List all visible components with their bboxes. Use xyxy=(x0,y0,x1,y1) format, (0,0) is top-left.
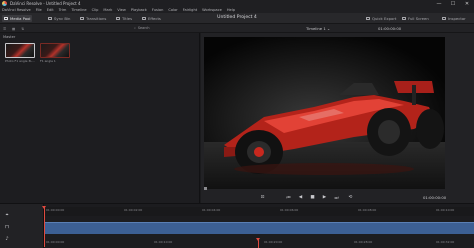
minimize-button[interactable]: — xyxy=(432,0,446,7)
timeline-selector[interactable]: Timeline 1 ⌄ xyxy=(306,26,330,31)
master-bin-label[interactable]: Master xyxy=(3,35,15,39)
clip-name: F1 angle 1 xyxy=(40,59,56,63)
ruler-timecode: 01:00:10:00 xyxy=(436,208,455,212)
clip-thumbnail xyxy=(40,43,70,58)
sort-icon[interactable]: ⇅ xyxy=(21,27,24,31)
ruler-timecode: 01:00:32:00 xyxy=(436,240,455,244)
viewer-panel: ⊡ ⏮ ◀ ■ ▶ ⏭ ⟲ 01:00:00:00 xyxy=(201,33,474,203)
menu-item-help[interactable]: Help xyxy=(227,8,235,12)
go-to-last-frame-button[interactable]: ⏭ xyxy=(333,194,340,201)
menu-item-mark[interactable]: Mark xyxy=(103,8,112,12)
loop-button[interactable]: ⟲ xyxy=(347,194,354,201)
race-car-image xyxy=(204,37,445,189)
mark-icon[interactable]: ⊡ xyxy=(259,194,266,201)
search-label: Search xyxy=(137,26,150,30)
overview-playhead-handle[interactable] xyxy=(256,238,260,241)
menu-item-davinci-resolve[interactable]: DaVinci Resolve xyxy=(2,8,31,12)
list-view-icon[interactable]: ☰ xyxy=(3,27,6,31)
inspector-button[interactable]: Inspector xyxy=(440,15,468,22)
top-toolbar: Media Pool Sync Bin Transitions Titles E… xyxy=(0,13,474,24)
clip-name: Photo F1 angle 3L... xyxy=(5,59,35,63)
app-icon xyxy=(2,1,7,6)
play-reverse-button[interactable]: ◀ xyxy=(297,194,304,201)
ruler-timecode: 01:00:20:00 xyxy=(264,240,283,244)
quick-export-button[interactable]: Quick Export xyxy=(364,15,398,22)
ruler-timecode: 01:00:10:00 xyxy=(154,240,173,244)
timeline-tools: ⌖ ⊓ ♪ xyxy=(0,204,44,248)
clip-thumbnail xyxy=(5,43,35,58)
menu-item-timeline[interactable]: Timeline xyxy=(71,8,86,12)
audio-track-icon[interactable]: ♪ xyxy=(4,236,10,242)
window-title: DaVinci Resolve - Untitled Project 4 xyxy=(10,1,81,6)
menu-item-fairlight[interactable]: Fairlight xyxy=(183,8,197,12)
menu-item-clip[interactable]: Clip xyxy=(92,8,99,12)
inspector-icon xyxy=(442,17,446,20)
close-button[interactable]: ✕ xyxy=(460,0,474,7)
viewer-zoom-icon[interactable] xyxy=(204,187,207,190)
export-icon xyxy=(366,17,370,20)
timeline-panel: ⌖ ⊓ ♪ 01:00:00:00 01:00:02:00 01:00:04:0… xyxy=(0,203,474,248)
source-timecode: 01:00:00:00 xyxy=(378,26,402,31)
ruler-timecode: 01:00:04:00 xyxy=(202,208,221,212)
title-bar: DaVinci Resolve - Untitled Project 4 — ☐… xyxy=(0,0,474,7)
transport-controls: ⊡ ⏮ ◀ ■ ▶ ⏭ ⟲ 01:00:00:00 xyxy=(201,193,474,203)
menu-item-fusion[interactable]: Fusion xyxy=(152,8,164,12)
timeline-ruler[interactable]: 01:00:00:00 01:00:02:00 01:00:04:00 01:0… xyxy=(44,207,474,216)
menu-item-workspace[interactable]: Workspace xyxy=(202,8,222,12)
ruler-timecode: 01:00:00:00 xyxy=(46,240,65,244)
menu-item-view[interactable]: View xyxy=(117,8,126,12)
ruler-timecode: 01:00:00:00 xyxy=(46,208,65,212)
menu-item-trim[interactable]: Trim xyxy=(59,8,67,12)
playhead-handle[interactable] xyxy=(42,206,46,209)
video-track-clip[interactable] xyxy=(44,222,474,234)
go-to-first-frame-button[interactable]: ⏮ xyxy=(285,194,292,201)
ruler-timecode: 01:00:08:00 xyxy=(358,208,377,212)
ruler-timecode: 01:00:28:00 xyxy=(354,240,373,244)
thumbnail-view-icon[interactable]: ▦ xyxy=(12,27,15,31)
viewer-frame[interactable] xyxy=(204,37,445,189)
ruler-timecode: 01:00:06:00 xyxy=(280,208,299,212)
media-pool-view-controls: ☰ ▦ ⇅ xyxy=(0,24,200,33)
media-pool-panel: Master Photo F1 angle 3L... F1 angle 1 xyxy=(0,33,200,203)
full-screen-button[interactable]: Full Screen xyxy=(400,15,431,22)
viewer-timecode: 01:00:00:00 xyxy=(423,195,447,200)
stop-button[interactable]: ■ xyxy=(309,194,316,201)
maximize-button[interactable]: ☐ xyxy=(446,0,460,7)
menu-item-edit[interactable]: Edit xyxy=(47,8,54,12)
search-icon: ⌕ xyxy=(134,26,136,30)
media-clip[interactable]: F1 angle 1 xyxy=(40,43,70,63)
sub-toolbar: ☰ ▦ ⇅ ⌕ Search Timeline 1 ⌄ 01:00:00:00 xyxy=(0,24,474,33)
play-button[interactable]: ▶ xyxy=(321,194,328,201)
menu-item-playback[interactable]: Playback xyxy=(131,8,147,12)
full-screen-icon xyxy=(402,17,406,20)
menu-item-file[interactable]: File xyxy=(36,8,42,12)
menu-item-color[interactable]: Color xyxy=(168,8,177,12)
search-control[interactable]: ⌕ Search xyxy=(134,26,150,30)
selection-tool-icon[interactable]: ⌖ xyxy=(4,212,10,218)
snap-tool-icon[interactable]: ⊓ xyxy=(4,224,10,230)
window-controls: — ☐ ✕ xyxy=(432,0,474,7)
ruler-timecode: 01:00:02:00 xyxy=(124,208,143,212)
media-clip[interactable]: Photo F1 angle 3L... xyxy=(5,43,35,63)
